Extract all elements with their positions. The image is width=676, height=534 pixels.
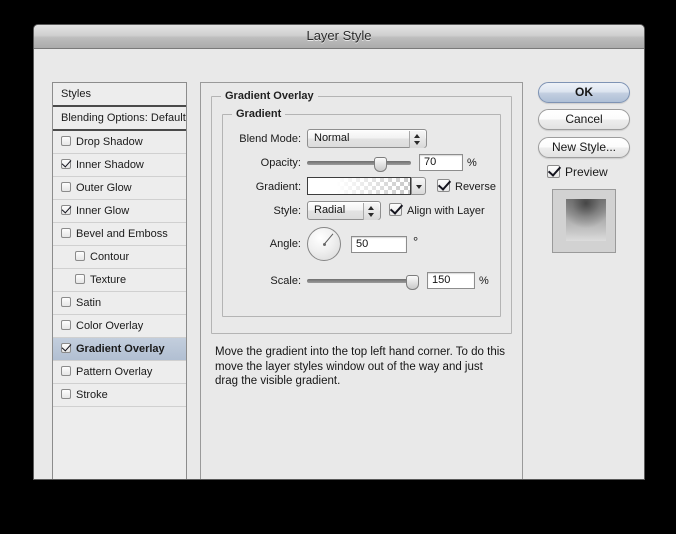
sidebar-item-label: Outer Glow <box>76 182 132 194</box>
opacity-slider[interactable] <box>307 157 411 172</box>
blend-mode-select[interactable]: Normal <box>307 129 427 148</box>
style-row: Style: Radial Align with Layer <box>223 201 500 223</box>
sidebar-item-pattern-overlay[interactable]: Pattern Overlay <box>53 361 186 384</box>
opacity-input[interactable]: 70 <box>419 154 463 171</box>
styles-list[interactable]: Styles Blending Options: Default Drop Sh… <box>52 82 187 479</box>
blend-mode-value: Normal <box>314 132 350 144</box>
scale-unit: % <box>479 275 489 287</box>
sidebar-item-gradient-overlay[interactable]: Gradient Overlay <box>53 338 186 361</box>
sidebar-item-inner-shadow[interactable]: Inner Shadow <box>53 154 186 177</box>
scale-row: Scale: 150 % <box>223 271 500 293</box>
checkbox-icon-inner-shadow[interactable] <box>61 159 71 169</box>
styles-list-header: Styles <box>53 83 186 107</box>
angle-value: 50 <box>356 238 369 250</box>
opacity-row: Opacity: 70 % <box>223 153 500 175</box>
sidebar-item-blending-options[interactable]: Blending Options: Default <box>53 107 186 131</box>
sidebar-item-drop-shadow[interactable]: Drop Shadow <box>53 131 186 154</box>
instruction-text: Move the gradient into the top left hand… <box>215 346 506 387</box>
checkbox-icon-stroke[interactable] <box>61 389 71 399</box>
sidebar-item-label: Inner Glow <box>76 205 130 217</box>
angle-unit: ° <box>413 234 419 249</box>
sidebar-item-texture[interactable]: Texture <box>53 269 186 292</box>
align-with-layer-checkbox[interactable] <box>389 203 402 216</box>
gradient-label: Gradient: <box>255 181 301 193</box>
gradient-overlay-panel: Gradient Overlay Gradient Blend Mode: No… <box>200 82 523 479</box>
checkbox-icon-outer-glow[interactable] <box>61 182 71 192</box>
scale-slider-thumb[interactable] <box>405 275 419 290</box>
style-select[interactable]: Radial <box>307 201 381 220</box>
ok-button[interactable]: OK <box>538 82 630 103</box>
sidebar-item-label: Drop Shadow <box>76 136 143 148</box>
opacity-unit: % <box>467 157 477 169</box>
gradient-overlay-group-title: Gradient Overlay <box>221 90 318 102</box>
checkbox-icon-inner-glow[interactable] <box>61 205 71 215</box>
style-value: Radial <box>314 204 346 216</box>
gradient-picker-dropdown[interactable] <box>411 177 426 195</box>
angle-dial[interactable] <box>307 227 341 261</box>
sidebar-item-contour[interactable]: Contour <box>53 246 186 269</box>
gradient-group: Gradient Blend Mode: Normal Opacity: 70 … <box>222 108 501 317</box>
chevron-updown-icon <box>409 131 425 148</box>
sidebar-item-label: Inner Shadow <box>76 159 144 171</box>
preview-checkbox[interactable] <box>547 165 560 178</box>
cancel-button[interactable]: Cancel <box>538 109 630 130</box>
gradient-overlay-group: Gradient Overlay Gradient Blend Mode: No… <box>211 90 512 334</box>
angle-dial-center-icon <box>322 242 326 246</box>
checkbox-icon-satin[interactable] <box>61 297 71 307</box>
reverse-checkbox[interactable] <box>437 179 450 192</box>
angle-input[interactable]: 50 <box>351 236 407 253</box>
opacity-value: 70 <box>424 156 437 168</box>
opacity-slider-thumb[interactable] <box>374 157 388 172</box>
gradient-swatch[interactable] <box>307 177 411 195</box>
preview-gradient-swatch <box>566 199 606 241</box>
sidebar-item-satin[interactable]: Satin <box>53 292 186 315</box>
scale-label: Scale: <box>270 275 301 287</box>
scale-slider[interactable] <box>307 275 419 290</box>
sidebar-item-label: Gradient Overlay <box>76 343 165 355</box>
checkbox-icon-texture[interactable] <box>75 274 85 284</box>
sidebar-item-stroke[interactable]: Stroke <box>53 384 186 407</box>
styles-list-header-label: Styles <box>61 88 91 100</box>
style-label: Style: <box>273 205 301 217</box>
blending-options-label: Blending Options: Default <box>61 112 186 124</box>
sidebar-item-bevel-and-emboss[interactable]: Bevel and Emboss <box>53 223 186 246</box>
sidebar-item-label: Contour <box>90 251 130 263</box>
sidebar-item-inner-glow[interactable]: Inner Glow <box>53 200 186 223</box>
dialog-body: Styles Blending Options: Default Drop Sh… <box>34 49 644 479</box>
scale-input[interactable]: 150 <box>427 272 475 289</box>
new-style-button[interactable]: New Style... <box>538 137 630 158</box>
preview-label: Preview <box>565 165 608 179</box>
checkbox-icon-contour[interactable] <box>75 251 85 261</box>
blend-mode-row: Blend Mode: Normal <box>223 129 500 151</box>
sidebar-item-label: Texture <box>90 274 127 286</box>
sidebar-item-label: Bevel and Emboss <box>76 228 168 240</box>
sidebar-item-outer-glow[interactable]: Outer Glow <box>53 177 186 200</box>
opacity-label: Opacity: <box>260 157 301 169</box>
blend-mode-label: Blend Mode: <box>239 133 301 145</box>
gradient-group-title: Gradient <box>232 108 286 120</box>
checkbox-icon-drop-shadow[interactable] <box>61 136 71 146</box>
gradient-row: Gradient: Reverse <box>223 177 500 199</box>
checkbox-icon-gradient-overlay[interactable] <box>61 343 71 353</box>
dialog-titlebar[interactable]: Layer Style <box>34 25 644 49</box>
checkbox-icon-bevel-and-emboss[interactable] <box>61 228 71 238</box>
sidebar-item-label: Color Overlay <box>76 320 144 332</box>
checkbox-icon-color-overlay[interactable] <box>61 320 71 330</box>
scale-value: 150 <box>432 274 451 286</box>
angle-row: Angle: 50 ° <box>223 227 500 265</box>
dialog-title: Layer Style <box>306 28 372 43</box>
preview-thumbnail <box>552 189 616 253</box>
sidebar-item-label: Stroke <box>76 389 108 401</box>
chevron-updown-icon <box>363 203 379 220</box>
angle-label: Angle: <box>269 238 301 250</box>
reverse-label: Reverse <box>455 181 496 193</box>
align-with-layer-label: Align with Layer <box>407 205 485 217</box>
sidebar-item-label: Pattern Overlay <box>76 366 153 378</box>
layer-style-dialog: Layer Style Styles Blending Options: Def… <box>33 24 645 480</box>
sidebar-item-label: Satin <box>76 297 102 309</box>
checkbox-icon-pattern-overlay[interactable] <box>61 366 71 376</box>
sidebar-item-color-overlay[interactable]: Color Overlay <box>53 315 186 338</box>
